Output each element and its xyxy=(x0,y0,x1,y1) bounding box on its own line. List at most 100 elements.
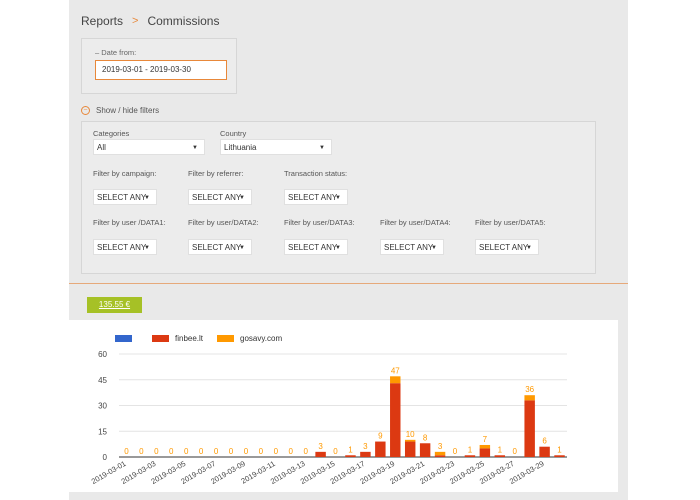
bar-total-label: 6 xyxy=(542,437,547,446)
bar-segment xyxy=(524,395,535,401)
bar-segment xyxy=(434,451,446,456)
caret-down-icon: ▼ xyxy=(239,245,245,251)
referrer-filter-select[interactable]: SELECT ANY ▼ xyxy=(188,189,252,205)
bar-total-label: 0 xyxy=(274,447,279,456)
bar-segment xyxy=(390,383,401,457)
bar-total-label: 0 xyxy=(259,447,264,456)
categories-value: All xyxy=(97,143,106,152)
show-hide-filters-label: Show / hide filters xyxy=(96,106,160,115)
date-filter-box: – Date from: 2019-03-01 - 2019-03-30 xyxy=(81,38,237,94)
date-range-input[interactable]: 2019-03-01 - 2019-03-30 xyxy=(95,60,227,80)
bar-total-label: 0 xyxy=(154,447,159,456)
bar-segment xyxy=(464,455,476,457)
total-amount-badge[interactable]: 135.55 € xyxy=(87,297,142,313)
campaign-filter-select[interactable]: SELECT ANY ▼ xyxy=(93,189,157,205)
bar-total-label: 47 xyxy=(391,366,400,375)
breadcrumb-reports[interactable]: Reports xyxy=(81,14,123,28)
bar-total-label: 0 xyxy=(169,447,174,456)
bar-segment xyxy=(404,441,416,457)
data1-filter-select[interactable]: SELECT ANY ▼ xyxy=(93,239,157,255)
bar-segment xyxy=(494,455,506,457)
bar-segment xyxy=(479,448,491,457)
campaign-filter-value: SELECT ANY xyxy=(97,193,147,202)
content-panel: Reports > Commissions – Date from: 2019-… xyxy=(69,0,628,500)
caret-down-icon: ▼ xyxy=(144,195,150,201)
filters-box: Categories All ▼ Country Lithuania ▼ Fil… xyxy=(81,121,596,274)
bar-segment xyxy=(434,455,446,457)
country-select[interactable]: Lithuania ▼ xyxy=(220,139,332,155)
y-tick-label: 45 xyxy=(98,376,107,385)
y-tick-label: 15 xyxy=(98,427,107,436)
data5-filter-value: SELECT ANY xyxy=(479,243,529,252)
bar-total-label: 0 xyxy=(214,447,219,456)
bar-total-label: 0 xyxy=(229,447,234,456)
data2-filter-label: Filter by user/DATA2: xyxy=(188,218,259,227)
transaction-status-value: SELECT ANY xyxy=(288,193,338,202)
caret-down-icon: ▼ xyxy=(239,195,245,201)
commissions-chart-card: finbee.lt gosavy.com 0 15 30 45 60 0 0 0 0 0 0 0 0 0 0… xyxy=(69,320,618,492)
chevron-right-icon: > xyxy=(132,15,139,27)
bar-total-label: 3 xyxy=(438,442,443,451)
data3-filter-select[interactable]: SELECT ANY ▼ xyxy=(284,239,348,255)
bar-total-label: 3 xyxy=(318,442,323,451)
data2-filter-value: SELECT ANY xyxy=(192,243,242,252)
referrer-filter-label: Filter by referrer: xyxy=(188,169,244,178)
y-tick-label: 60 xyxy=(98,350,107,359)
bar-total-label: 3 xyxy=(363,442,368,451)
bar-segment xyxy=(479,444,491,449)
caret-down-icon: ▼ xyxy=(431,245,437,251)
bar-total-label: 9 xyxy=(378,432,383,441)
bar-segment xyxy=(360,451,371,457)
data1-filter-label: Filter by user /DATA1: xyxy=(93,218,166,227)
bar-total-label: 0 xyxy=(453,447,458,456)
data1-filter-value: SELECT ANY xyxy=(97,243,147,252)
bar-total-label: 0 xyxy=(289,447,294,456)
circle-minus-icon: – xyxy=(81,106,90,115)
campaign-filter-label: Filter by campaign: xyxy=(93,169,157,178)
bar-total-label: 7 xyxy=(483,435,488,444)
bar-segment xyxy=(404,439,416,442)
bar-total-label: 0 xyxy=(303,447,308,456)
data4-filter-value: SELECT ANY xyxy=(384,243,434,252)
caret-down-icon: ▼ xyxy=(144,245,150,251)
bar-total-label: 0 xyxy=(244,447,249,456)
bar-total-label: 0 xyxy=(199,447,204,456)
bar-total-label: 0 xyxy=(139,447,144,456)
breadcrumb: Reports > Commissions xyxy=(81,14,219,28)
data4-filter-label: Filter by user/DATA4: xyxy=(380,218,451,227)
bar-total-label: 36 xyxy=(525,385,534,394)
transaction-status-select[interactable]: SELECT ANY ▼ xyxy=(284,189,348,205)
y-tick-label: 30 xyxy=(98,402,107,411)
data3-filter-label: Filter by user/DATA3: xyxy=(284,218,355,227)
data5-filter-select[interactable]: SELECT ANY ▼ xyxy=(475,239,539,255)
country-value: Lithuania xyxy=(224,143,257,152)
bar-segment xyxy=(539,446,550,457)
y-tick-label: 0 xyxy=(103,453,108,462)
categories-label: Categories xyxy=(93,129,130,138)
bar-segment xyxy=(375,441,386,457)
bar-total-label: 8 xyxy=(423,433,428,442)
bar-segment xyxy=(524,400,535,457)
caret-down-icon: ▼ xyxy=(319,145,325,151)
date-from-label: – Date from: xyxy=(95,48,137,57)
bar-total-label: 1 xyxy=(498,445,503,454)
data4-filter-select[interactable]: SELECT ANY ▼ xyxy=(380,239,444,255)
bar-segment xyxy=(419,443,431,457)
caret-down-icon: ▼ xyxy=(526,245,532,251)
caret-down-icon: ▼ xyxy=(192,145,198,151)
bar-total-label: 10 xyxy=(406,430,415,439)
country-label: Country xyxy=(220,129,247,138)
breadcrumb-commissions: Commissions xyxy=(147,14,220,28)
bar-total-label: 0 xyxy=(513,447,518,456)
referrer-filter-value: SELECT ANY xyxy=(192,193,242,202)
bar-total-label: 0 xyxy=(124,447,129,456)
bar-total-label: 0 xyxy=(184,447,189,456)
data2-filter-select[interactable]: SELECT ANY ▼ xyxy=(188,239,252,255)
bar-total-label: 1 xyxy=(348,445,353,454)
categories-select[interactable]: All ▼ xyxy=(93,139,205,155)
commissions-bar-chart: 0153045600 0 0 0 0 0 0 0 0 0 0 0 030 1 394710 830 171 036… xyxy=(90,350,567,486)
bar-segment xyxy=(315,451,326,457)
bar-segment xyxy=(390,376,401,384)
show-hide-filters-toggle[interactable]: – Show / hide filters xyxy=(81,106,159,115)
caret-down-icon: ▼ xyxy=(335,195,341,201)
